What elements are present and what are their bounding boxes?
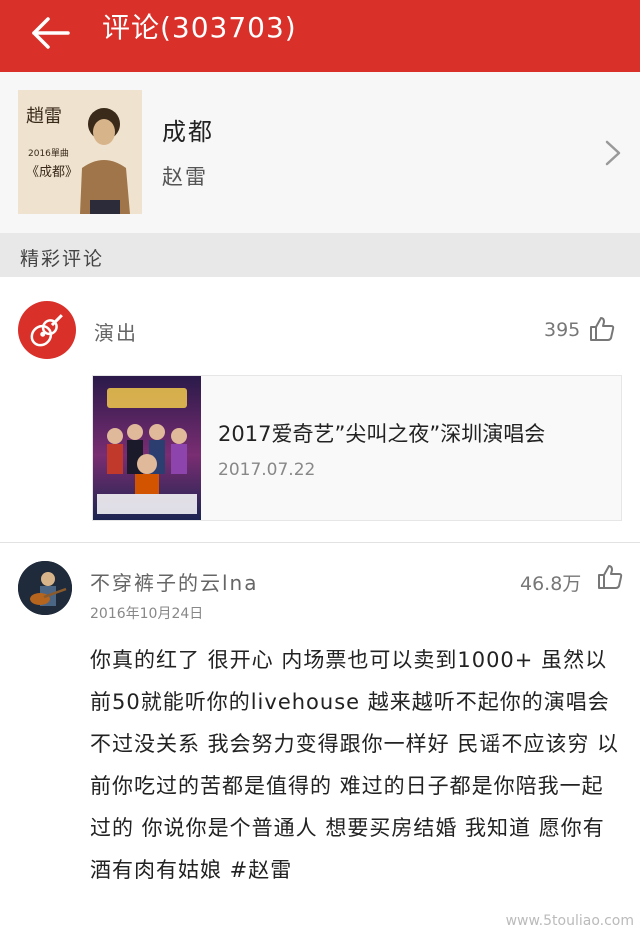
event-date: 2017.07.22 <box>218 460 316 480</box>
section-header: 精彩评论 <box>0 233 640 277</box>
comment-date: 2016年10月24日 <box>90 606 204 622</box>
thumbs-up-icon[interactable] <box>588 315 616 343</box>
song-card[interactable]: 趙雷 2016單曲 《成都》 成都 赵雷 <box>0 72 640 234</box>
event-title: 2017爱奇艺”尖叫之夜”深圳演唱会 <box>218 422 546 446</box>
watermark: www.5touliao.com <box>505 913 634 929</box>
comment-username[interactable]: 演出 <box>94 317 138 346</box>
event-card[interactable]: 2017爱奇艺”尖叫之夜”深圳演唱会 2017.07.22 <box>92 375 622 521</box>
app-header: 评论(303703) <box>0 0 640 72</box>
song-artist: 赵雷 <box>162 165 208 189</box>
album-cover: 趙雷 2016單曲 《成都》 <box>18 90 142 214</box>
event-poster <box>93 376 201 520</box>
avatar[interactable] <box>18 301 76 359</box>
like-count: 395 <box>544 319 581 341</box>
svg-text:2016單曲: 2016單曲 <box>28 148 69 159</box>
comment-username[interactable]: 不穿裤子的云lna <box>90 567 259 596</box>
comment-item: 不穿裤子的云lna 46.8万 2016年10月24日 你真的红了 很开心 内场… <box>0 543 640 933</box>
comment-item: 演出 395 2017爱奇艺”尖叫之夜”深圳演唱会 2017.07.22 <box>0 277 640 542</box>
comment-text: 你真的红了 很开心 内场票也可以卖到1000+ 虽然以前50就能听你的liveh… <box>90 648 620 882</box>
avatar[interactable] <box>18 561 72 615</box>
guitar-icon <box>30 314 63 347</box>
section-title: 精彩评论 <box>20 248 105 270</box>
arrow-left-icon[interactable] <box>30 12 72 54</box>
chevron-right-icon <box>605 140 621 166</box>
page-title: 评论(303703) <box>102 11 297 44</box>
svg-text:《成都》: 《成都》 <box>26 165 78 180</box>
svg-text:趙雷: 趙雷 <box>26 106 62 127</box>
like-count: 46.8万 <box>520 573 582 595</box>
song-title: 成都 <box>162 118 214 146</box>
thumbs-up-icon[interactable] <box>596 563 624 591</box>
